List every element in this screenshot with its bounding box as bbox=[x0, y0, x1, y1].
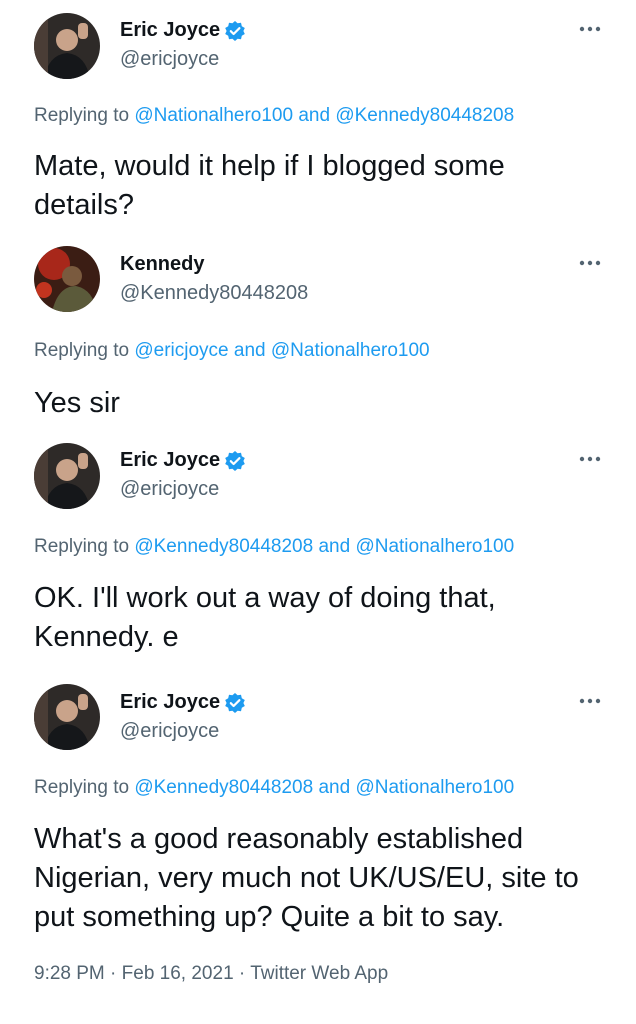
display-name[interactable]: Eric Joyce bbox=[120, 449, 220, 472]
tweet-text: Mate, would it help if I blogged some de… bbox=[34, 150, 505, 221]
mention-link[interactable]: @Kennedy80448208 bbox=[134, 777, 313, 798]
meta-separator: · bbox=[238, 963, 246, 984]
avatar[interactable] bbox=[34, 246, 100, 312]
mention-link[interactable]: @Kennedy80448208 bbox=[335, 105, 514, 126]
verified-badge-icon bbox=[224, 692, 246, 714]
timestamp-time[interactable]: 9:28 PM bbox=[34, 963, 105, 984]
avatar[interactable] bbox=[34, 684, 100, 750]
handle[interactable]: @ericjoyce bbox=[120, 720, 219, 743]
more-options-icon[interactable] bbox=[578, 696, 602, 706]
avatar[interactable] bbox=[34, 443, 100, 509]
tweet-text: Yes sir bbox=[34, 387, 120, 419]
handle[interactable]: @ericjoyce bbox=[120, 478, 219, 501]
mention-link[interactable]: @Nationalhero100 bbox=[355, 777, 514, 798]
reply-context: Replying to @Kennedy80448208 and @Nation… bbox=[34, 536, 514, 558]
display-name[interactable]: Eric Joyce bbox=[120, 691, 220, 714]
tweet-meta: 9:28 PM · Feb 16, 2021 · Twitter Web App bbox=[34, 963, 388, 985]
tweet-text: What's a good reasonably established Nig… bbox=[34, 823, 579, 933]
avatar[interactable] bbox=[34, 13, 100, 79]
handle[interactable]: @Kennedy80448208 bbox=[120, 282, 308, 305]
reply-and[interactable]: and bbox=[318, 777, 350, 798]
display-name[interactable]: Eric Joyce bbox=[120, 19, 220, 42]
more-options-icon[interactable] bbox=[578, 258, 602, 268]
more-options-icon[interactable] bbox=[578, 454, 602, 464]
mention-link[interactable]: @ericjoyce bbox=[134, 340, 228, 361]
reply-context: Replying to @Kennedy80448208 and @Nation… bbox=[34, 777, 514, 799]
reply-prefix: Replying to bbox=[34, 536, 130, 557]
reply-and[interactable]: and bbox=[318, 536, 350, 557]
mention-link[interactable]: @Nationalhero100 bbox=[134, 105, 293, 126]
display-name[interactable]: Kennedy bbox=[120, 253, 204, 276]
tweet-text: OK. I'll work out a way of doing that, K… bbox=[34, 582, 496, 653]
reply-prefix: Replying to bbox=[34, 340, 130, 361]
source-app[interactable]: Twitter Web App bbox=[250, 963, 388, 984]
meta-separator: · bbox=[110, 963, 117, 984]
verified-badge-icon bbox=[224, 20, 246, 42]
timestamp-date[interactable]: Feb 16, 2021 bbox=[122, 963, 234, 984]
reply-context: Replying to @Nationalhero100 and @Kenned… bbox=[34, 105, 514, 127]
more-options-icon[interactable] bbox=[578, 24, 602, 34]
reply-prefix: Replying to bbox=[34, 777, 130, 798]
handle[interactable]: @ericjoyce bbox=[120, 48, 219, 71]
reply-and[interactable]: and bbox=[234, 340, 266, 361]
mention-link[interactable]: @Kennedy80448208 bbox=[134, 536, 313, 557]
reply-context: Replying to @ericjoyce and @Nationalhero… bbox=[34, 340, 430, 362]
reply-and[interactable]: and bbox=[298, 105, 330, 126]
mention-link[interactable]: @Nationalhero100 bbox=[271, 340, 430, 361]
reply-prefix: Replying to bbox=[34, 105, 130, 126]
mention-link[interactable]: @Nationalhero100 bbox=[355, 536, 514, 557]
verified-badge-icon bbox=[224, 450, 246, 472]
